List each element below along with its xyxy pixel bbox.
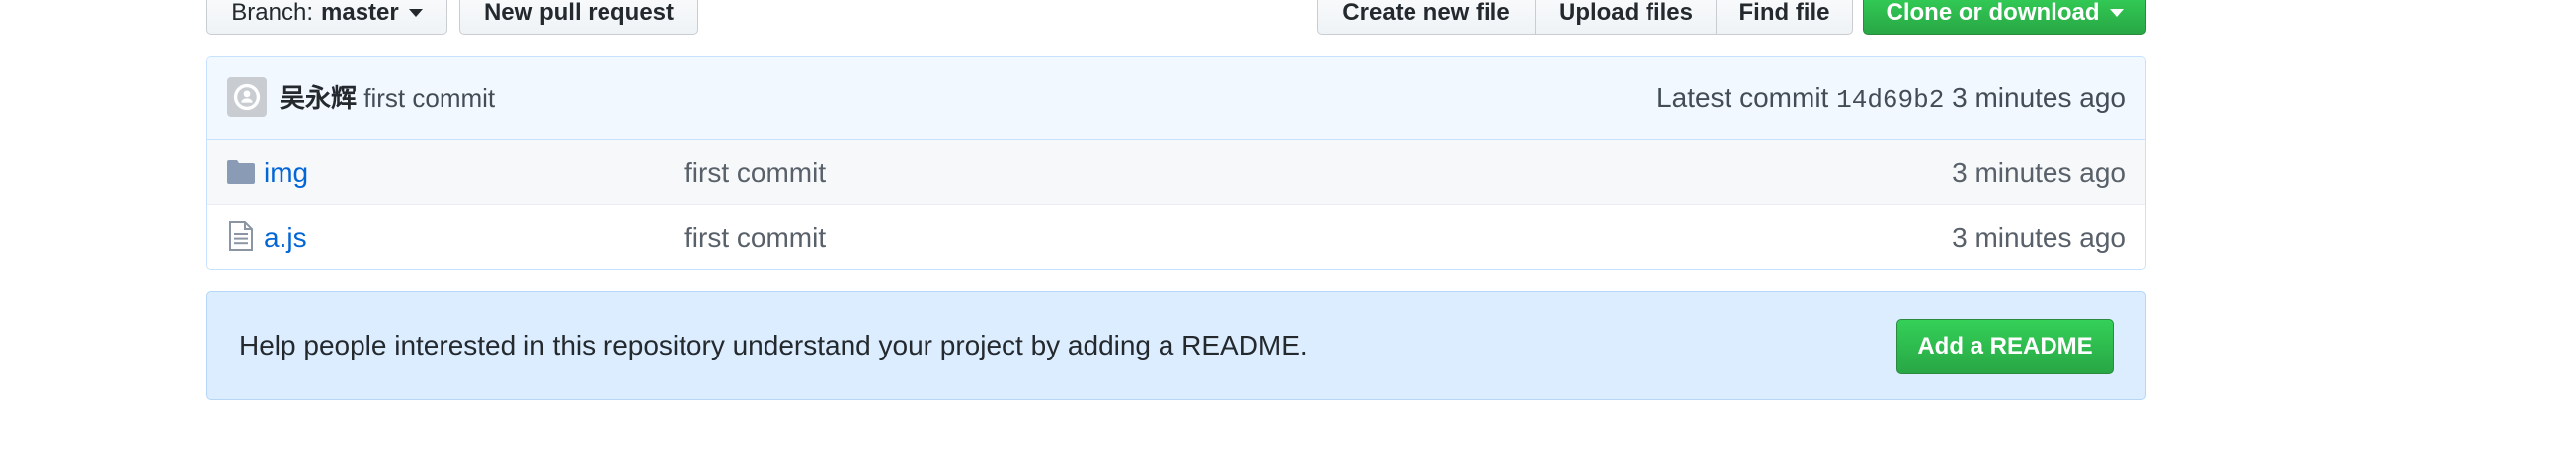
find-file-button[interactable]: Find file <box>1716 0 1853 35</box>
latest-commit-label: Latest commit <box>1656 82 1829 113</box>
octocat-avatar-icon <box>233 83 261 111</box>
file-age: 3 minutes ago <box>1952 222 2126 253</box>
table-row: img first commit 3 minutes ago <box>207 140 2145 205</box>
add-readme-label: Add a README <box>1917 333 2093 359</box>
upload-files-button[interactable]: Upload files <box>1535 0 1717 35</box>
new-pull-request-button[interactable]: New pull request <box>459 0 698 35</box>
avatar[interactable] <box>227 77 267 117</box>
branch-prefix: Branch: <box>231 0 313 26</box>
branch-name: master <box>321 0 399 26</box>
folder-icon <box>227 159 255 191</box>
commit-author[interactable]: 吴永辉 <box>280 83 357 113</box>
readme-prompt-text: Help people interested in this repositor… <box>239 330 1308 360</box>
chevron-down-icon <box>408 9 423 17</box>
chevron-down-icon <box>2109 9 2124 17</box>
find-file-label: Find file <box>1738 0 1830 26</box>
commit-summary: 吴永辉 first commit <box>280 81 495 115</box>
create-new-file-button[interactable]: Create new file <box>1317 0 1536 35</box>
file-name-link[interactable]: img <box>264 155 308 191</box>
commit-message[interactable]: first commit <box>363 83 495 113</box>
clone-or-download-label: Clone or download <box>1886 0 2100 26</box>
latest-commit-bar: 吴永辉 first commit Latest commit 14d69b2 3… <box>207 57 2145 140</box>
add-readme-button[interactable]: Add a README <box>1896 319 2114 374</box>
file-actions-group: Create new file Upload files Find file <box>1317 0 1853 35</box>
latest-commit-info: Latest commit 14d69b2 3 minutes ago <box>1656 81 2126 117</box>
file-commit-message[interactable]: first commit <box>684 155 826 191</box>
new-pull-request-label: New pull request <box>483 0 675 26</box>
file-age: 3 minutes ago <box>1952 157 2126 188</box>
clone-or-download-button[interactable]: Clone or download <box>1863 0 2146 35</box>
file-icon <box>229 221 253 258</box>
file-table: 吴永辉 first commit Latest commit 14d69b2 3… <box>206 56 2146 270</box>
branch-select-button[interactable]: Branch: master <box>206 0 447 35</box>
commit-time: 3 minutes ago <box>1952 82 2126 113</box>
file-name-link[interactable]: a.js <box>264 220 307 256</box>
readme-banner: Help people interested in this repositor… <box>206 291 2146 400</box>
file-commit-message[interactable]: first commit <box>684 220 826 256</box>
table-row: a.js first commit 3 minutes ago <box>207 205 2145 269</box>
commit-sha[interactable]: 14d69b2 <box>1836 85 1944 115</box>
upload-files-label: Upload files <box>1558 0 1694 26</box>
create-new-file-label: Create new file <box>1342 0 1510 26</box>
